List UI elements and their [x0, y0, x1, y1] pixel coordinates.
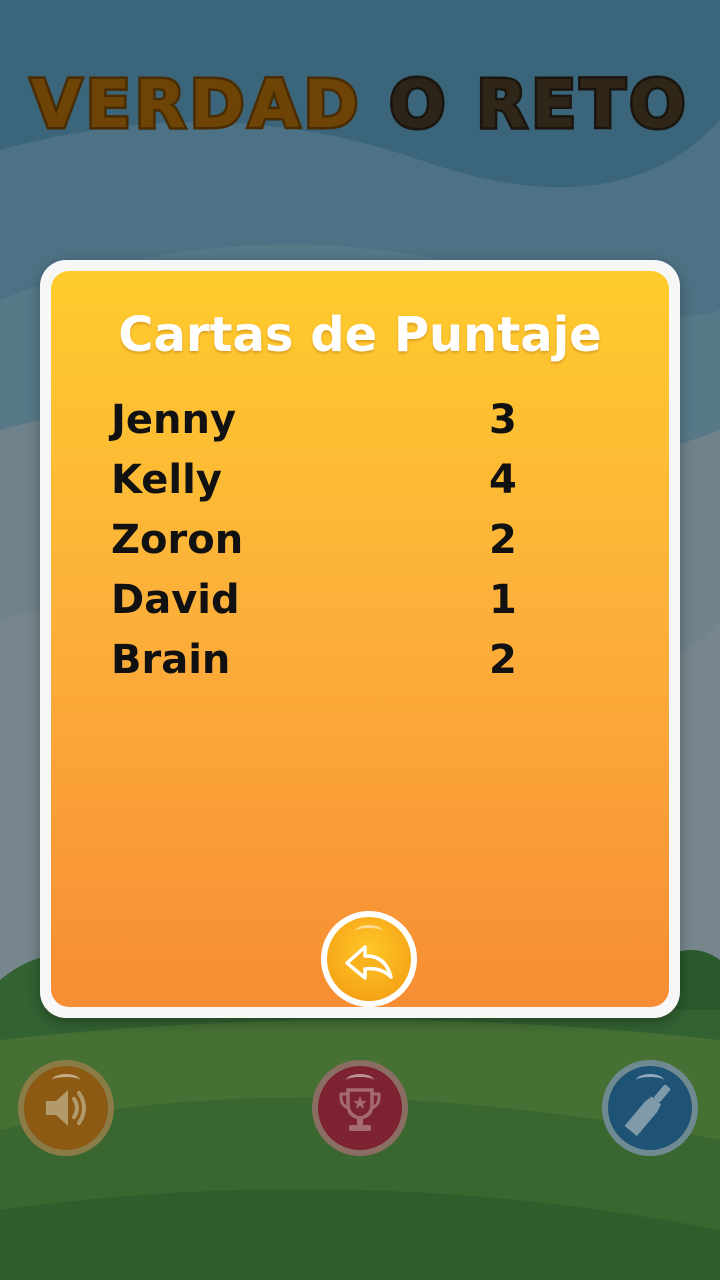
player-name: Jenny	[111, 397, 237, 443]
bottle-icon	[624, 1084, 671, 1137]
sound-button-face	[24, 1066, 108, 1150]
scorecard-panel: Cartas de Puntaje Jenny 3 Kelly 4 Zoron …	[51, 271, 669, 1007]
title-word-verdad: VERDAD	[28, 64, 363, 146]
back-button[interactable]	[321, 911, 417, 1007]
game-title: VERDAD O RETO	[0, 64, 720, 146]
player-score: 2	[489, 517, 517, 563]
score-row: Brain 2	[111, 637, 571, 697]
trophy-button-face	[318, 1066, 402, 1150]
player-name: Kelly	[111, 457, 222, 503]
back-arrow-icon	[345, 945, 393, 980]
back-button-face	[327, 917, 411, 1001]
bottle-button[interactable]	[602, 1060, 698, 1156]
player-score: 1	[489, 577, 517, 623]
player-name: Zoron	[111, 517, 244, 563]
score-row: Jenny 3	[111, 397, 571, 457]
score-row: Zoron 2	[111, 517, 571, 577]
score-row: David 1	[111, 577, 571, 637]
player-name: David	[111, 577, 240, 623]
title-word-o: O	[387, 64, 450, 146]
score-row: Kelly 4	[111, 457, 571, 517]
trophy-button[interactable]	[312, 1060, 408, 1156]
scorecard-title: Cartas de Puntaje	[118, 307, 602, 363]
speaker-icon	[46, 1090, 86, 1126]
player-score: 3	[489, 397, 517, 443]
trophy-icon	[339, 1088, 381, 1131]
player-name: Brain	[111, 637, 231, 683]
bottle-button-face	[608, 1066, 692, 1150]
player-score: 2	[489, 637, 517, 683]
scorecard-dialog: Cartas de Puntaje Jenny 3 Kelly 4 Zoron …	[40, 260, 680, 1018]
player-score: 4	[489, 457, 517, 503]
score-list: Jenny 3 Kelly 4 Zoron 2 David 1 Brain 2	[111, 397, 571, 697]
sound-button[interactable]	[18, 1060, 114, 1156]
title-word-reto: RETO	[474, 64, 690, 146]
